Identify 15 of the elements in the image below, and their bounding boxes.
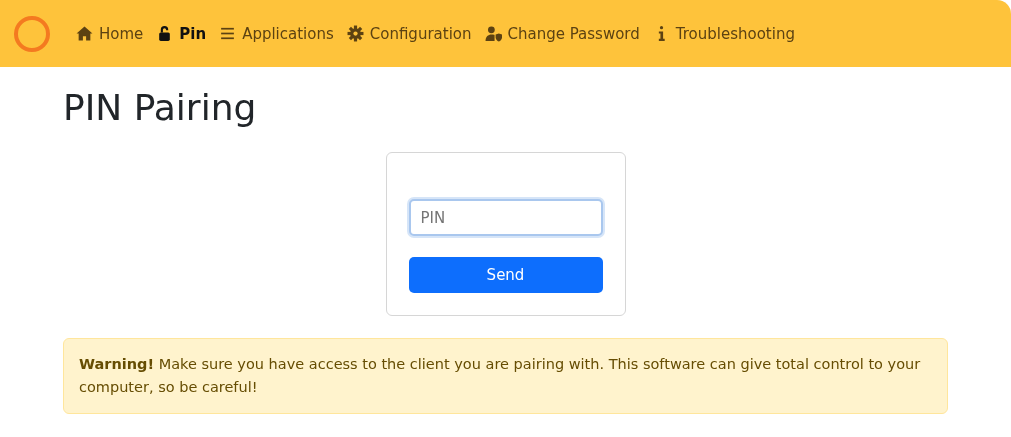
settings-icon: [346, 25, 364, 42]
menu-icon: [219, 25, 237, 42]
nav-link[interactable]: Troubleshooting: [652, 24, 795, 43]
nav-link[interactable]: Configuration: [346, 24, 472, 43]
warning-message: Warning! Make sure you have access to the client you are pairing with. This software can give total control to your computer, so be careful!: [79, 356, 921, 396]
send-button[interactable]: Send: [408, 257, 603, 293]
home-icon: [76, 25, 93, 42]
pin-input[interactable]: PIN: [408, 199, 603, 236]
user-shield-icon: [484, 25, 502, 42]
logo-icon[interactable]: [12, 13, 52, 54]
nav-link[interactable]: Change Password: [484, 24, 640, 43]
nav-link[interactable]: Pin: [156, 24, 207, 43]
nav-link[interactable]: Applications: [219, 24, 334, 43]
nav-link[interactable]: Home: [76, 24, 144, 43]
page-title: PIN Pairing: [63, 87, 258, 128]
